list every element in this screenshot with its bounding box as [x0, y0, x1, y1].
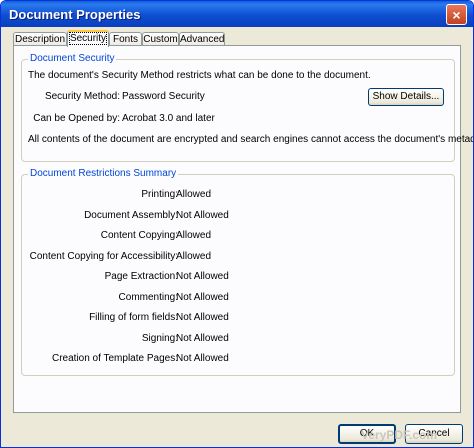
- restriction-signing-label: Signing:: [141, 333, 178, 344]
- restriction-templates-value: Not Allowed: [176, 353, 229, 364]
- security-method-label: Security Method:: [44, 91, 120, 102]
- verypdf-watermark: VeryPDF.com: [361, 428, 438, 442]
- restriction-extraction-value: Not Allowed: [176, 271, 229, 282]
- encryption-note: All contents of the document are encrypt…: [28, 134, 474, 145]
- title-bar[interactable]: Document Properties ×: [1, 1, 473, 27]
- tab-advanced[interactable]: Advanced: [179, 32, 225, 46]
- restriction-copying-label: Content Copying:: [100, 230, 178, 241]
- restriction-assembly-label: Document Assembly:: [84, 210, 178, 221]
- tab-custom[interactable]: Custom: [142, 32, 179, 46]
- show-details-button[interactable]: Show Details...: [368, 88, 444, 106]
- security-intro-text: The document's Security Method restricts…: [28, 70, 371, 81]
- restriction-commenting-label: Commenting:: [118, 292, 178, 303]
- opened-by-label: Can be Opened by:: [33, 113, 120, 124]
- restriction-forms-value: Not Allowed: [176, 312, 229, 323]
- tab-security[interactable]: Security: [67, 30, 109, 47]
- restriction-extraction-label: Page Extraction:: [104, 271, 178, 282]
- restriction-accessibility-value: Allowed: [176, 251, 212, 262]
- close-button[interactable]: ×: [446, 4, 467, 25]
- security-method-value: Password Security: [122, 91, 205, 102]
- tab-description[interactable]: Description: [13, 32, 67, 46]
- document-security-group: Document Security The document's Securit…: [21, 53, 473, 162]
- restriction-accessibility-label: Content Copying for Accessibility:: [29, 251, 178, 262]
- restriction-assembly-value: Not Allowed: [176, 210, 229, 221]
- restriction-commenting-value: Not Allowed: [176, 292, 229, 303]
- opened-by-value: Acrobat 3.0 and later: [122, 113, 215, 124]
- restriction-copying-value: Allowed: [176, 230, 212, 241]
- window-title: Document Properties: [9, 7, 141, 22]
- security-tab-panel: Document Security The document's Securit…: [13, 45, 473, 413]
- restriction-templates-label: Creation of Template Pages:: [51, 353, 178, 364]
- restrictions-summary-group: Document Restrictions Summary Printing: …: [21, 168, 455, 376]
- tab-fonts[interactable]: Fonts: [109, 32, 142, 46]
- restriction-forms-label: Filling of form fields:: [89, 312, 178, 323]
- restrictions-summary-title: Document Restrictions Summary: [28, 168, 179, 179]
- restriction-printing-value: Allowed: [176, 189, 212, 200]
- restriction-printing-label: Printing:: [141, 189, 178, 200]
- document-properties-dialog: Document Properties × Description Securi…: [0, 0, 474, 448]
- restriction-signing-value: Not Allowed: [176, 333, 229, 344]
- document-security-title: Document Security: [28, 53, 117, 64]
